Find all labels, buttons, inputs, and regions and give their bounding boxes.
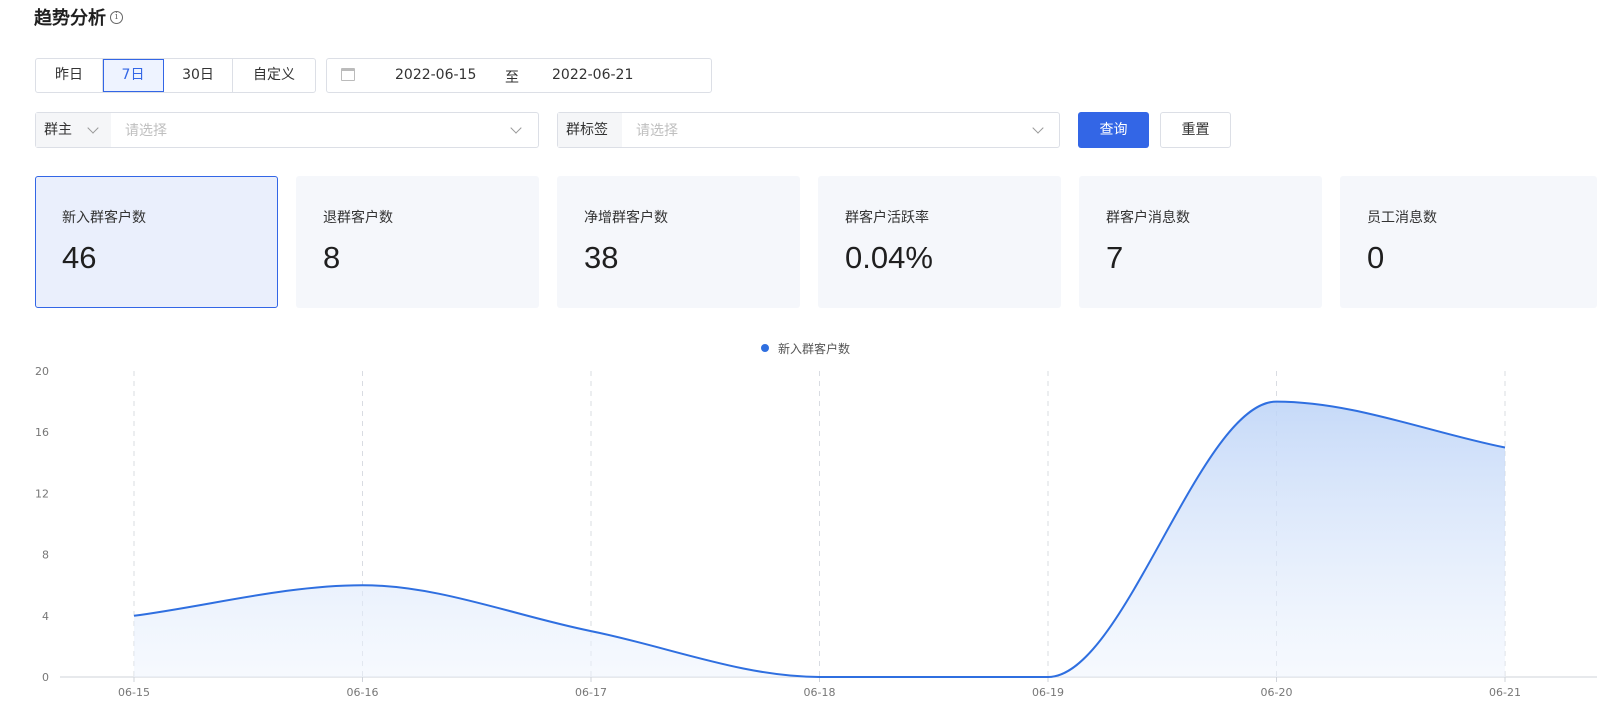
trend-chart: 新入群客户数 0 4 8 12 16 20 06-15 06-16 06-17 06-18 06-… [35, 341, 1597, 699]
x-tick-label: 06-21 [1489, 686, 1521, 699]
calendar-icon [341, 68, 355, 81]
chart-legend[interactable]: 新入群客户数 [761, 341, 850, 356]
y-tick-label: 4 [42, 610, 49, 623]
metric-card-net-growth[interactable]: 净增群客户数 38 [557, 176, 800, 308]
reset-button[interactable]: 重置 [1160, 112, 1231, 148]
query-button[interactable]: 查询 [1078, 112, 1149, 148]
date-separator: 至 [505, 70, 519, 86]
period-selector: 昨日 7日 30日 自定义 [35, 58, 316, 93]
tag-filter-label-box: 群标签 [558, 113, 622, 147]
data-point [1046, 675, 1050, 679]
x-tick-label: 06-19 [1032, 686, 1064, 699]
data-point [361, 583, 365, 587]
date-end[interactable]: 2022-06-21 [552, 67, 633, 83]
tag-filter-label: 群标签 [566, 122, 608, 138]
metric-label: 员工消息数 [1367, 210, 1437, 226]
metric-value: 8 [323, 240, 341, 275]
metric-label: 净增群客户数 [584, 210, 668, 226]
page-title: 趋势分析 i [34, 4, 123, 30]
tab-30-days[interactable]: 30日 [164, 59, 233, 92]
date-start[interactable]: 2022-06-15 [395, 67, 476, 83]
x-tick-label: 06-15 [118, 686, 150, 699]
data-point [1275, 400, 1279, 404]
metric-value: 38 [584, 240, 619, 275]
metric-value: 46 [62, 240, 97, 275]
metric-card-left-members[interactable]: 退群客户数 8 [296, 176, 539, 308]
owner-filter[interactable]: 群主 请选择 [35, 112, 539, 148]
data-point [132, 614, 136, 618]
metric-card-active-rate[interactable]: 群客户活跃率 0.04% [818, 176, 1061, 308]
metric-value: 0.04% [845, 240, 933, 275]
y-tick-label: 0 [42, 671, 49, 684]
x-tick-label: 06-16 [347, 686, 379, 699]
legend-marker [761, 344, 769, 352]
chevron-down-icon [510, 122, 522, 134]
y-tick-label: 16 [35, 426, 49, 439]
y-tick-label: 8 [42, 549, 49, 562]
metric-label: 群客户活跃率 [845, 210, 929, 226]
metric-value: 7 [1106, 240, 1124, 275]
legend-label: 新入群客户数 [778, 341, 850, 356]
tag-select-input[interactable]: 请选择 [636, 120, 678, 140]
metric-card-customer-messages[interactable]: 群客户消息数 7 [1079, 176, 1322, 308]
owner-filter-label-select[interactable]: 群主 [36, 113, 111, 147]
metric-value: 0 [1367, 240, 1385, 275]
data-point [818, 675, 822, 679]
y-tick-label: 12 [35, 487, 49, 500]
x-tick-label: 06-18 [804, 686, 836, 699]
tab-yesterday[interactable]: 昨日 [36, 59, 103, 92]
data-point [1503, 446, 1507, 450]
metric-label: 新入群客户数 [62, 210, 146, 226]
metric-card-staff-messages[interactable]: 员工消息数 0 [1340, 176, 1597, 308]
tab-7-days[interactable]: 7日 [103, 59, 164, 92]
chevron-down-icon [87, 122, 99, 134]
y-tick-label: 20 [35, 365, 49, 378]
tag-filter[interactable]: 群标签 请选择 [557, 112, 1060, 148]
x-tick-label: 06-17 [575, 686, 607, 699]
owner-filter-label: 群主 [44, 122, 72, 138]
info-icon[interactable]: i [110, 10, 123, 24]
page-title-text: 趋势分析 [34, 8, 106, 29]
date-range-picker[interactable]: 2022-06-15 至 2022-06-21 [326, 58, 712, 93]
metric-label: 退群客户数 [323, 210, 393, 226]
chevron-down-icon [1032, 122, 1044, 134]
x-tick-label: 06-20 [1261, 686, 1293, 699]
data-point [589, 629, 593, 633]
tab-custom[interactable]: 自定义 [233, 59, 315, 92]
metric-card-new-members[interactable]: 新入群客户数 46 [35, 176, 278, 308]
metric-label: 群客户消息数 [1106, 210, 1190, 226]
owner-select-input[interactable]: 请选择 [125, 120, 167, 140]
